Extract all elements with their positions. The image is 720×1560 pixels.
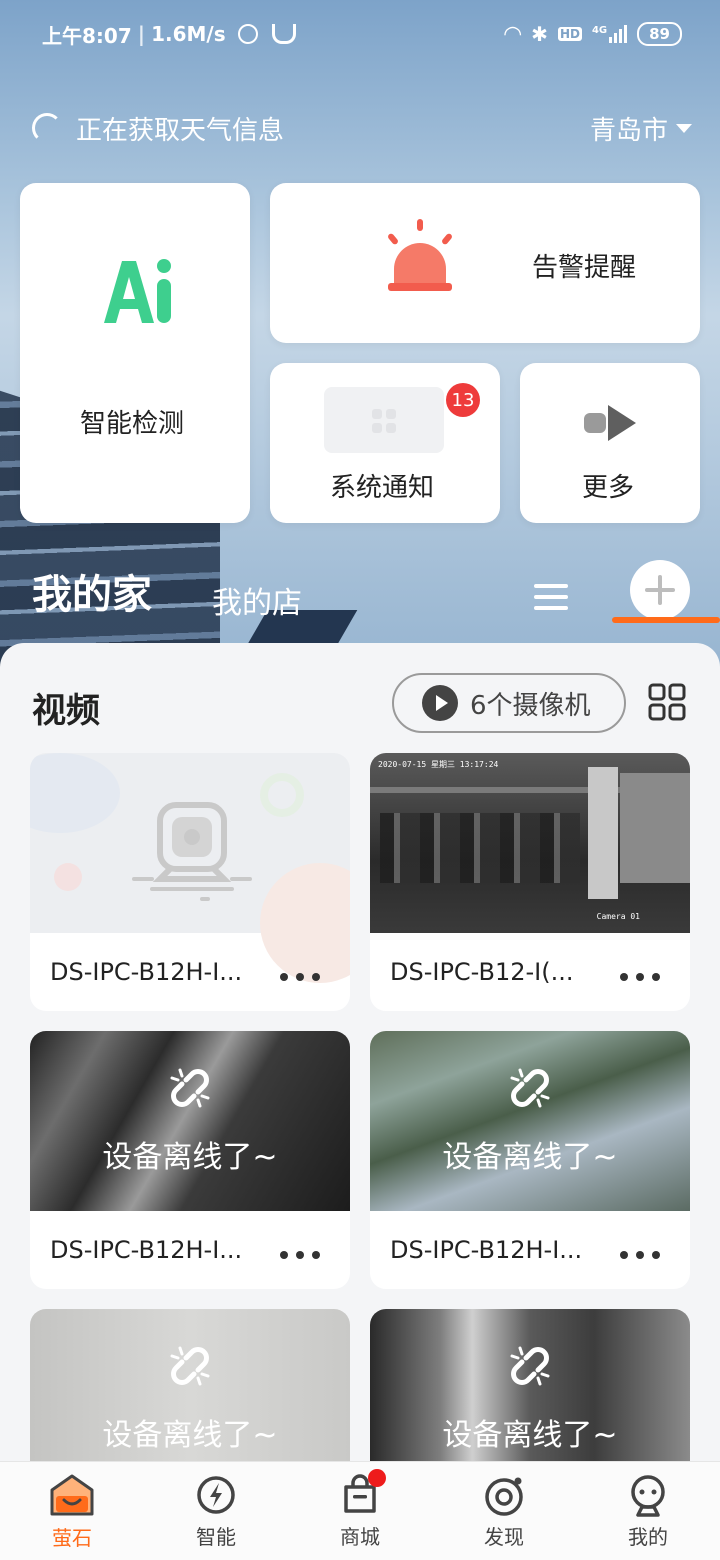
signal-icon: 4G — [592, 25, 628, 43]
lightning-icon — [197, 1475, 235, 1514]
device-sheet: 视频 6个摄像机 DS-IPC-B12H-I... 2020-07-15 星期三… — [0, 643, 720, 1560]
nav-item-shop[interactable]: 商城 — [310, 1468, 410, 1550]
camera-timestamp: 2020-07-15 星期三 13:17:24 — [378, 760, 499, 769]
add-device-button[interactable] — [630, 560, 690, 620]
device-name: DS-IPC-B12H-I... — [50, 1236, 243, 1264]
bottom-nav: 萤石 智能 商城 发现 我的 — [0, 1461, 720, 1560]
nav-label: 萤石 — [52, 1525, 92, 1550]
weather-bar: 正在获取天气信息 青岛市 — [32, 106, 692, 150]
more-options-icon[interactable] — [280, 973, 320, 981]
offline-overlay: 设备离线了~ — [30, 1031, 350, 1211]
status-bar: 上午8:07 | 1.6M/s ◠ ✱ HD 4G 89 — [0, 0, 720, 68]
offline-overlay: 设备离线了~ — [370, 1031, 690, 1211]
device-name: DS-IPC-B12H-I... — [390, 1236, 583, 1264]
more-label: 更多 — [582, 473, 635, 503]
status-speed: 1.6M/s — [151, 22, 226, 46]
hd-icon: HD — [557, 27, 582, 41]
camera-placeholder-icon — [132, 802, 252, 901]
caret-down-icon — [676, 123, 692, 133]
device-name: DS-IPC-B12-I(... — [390, 958, 574, 986]
more-arrow-icon — [584, 405, 636, 441]
discover-icon — [485, 1477, 523, 1516]
home-icon — [50, 1474, 94, 1515]
wifi-icon: ◠ — [504, 21, 522, 47]
system-notice-label: 系统通知 — [330, 473, 435, 503]
status-time: 上午8:07 — [42, 23, 132, 48]
alarm-label: 告警提醒 — [532, 253, 637, 283]
grid-view-icon[interactable] — [648, 683, 686, 721]
weather-status-text: 正在获取天气信息 — [76, 115, 285, 146]
system-notice-card[interactable]: 13 系统通知 — [270, 363, 500, 523]
device-name: DS-IPC-B12H-I... — [50, 958, 243, 986]
notice-thumbnail — [324, 387, 444, 453]
offline-status-text: 设备离线了~ — [442, 1140, 618, 1175]
nav-label: 发现 — [484, 1524, 524, 1549]
camera-label-overlay: Camera 01 — [596, 912, 640, 921]
play-icon — [422, 685, 458, 721]
app-icon — [271, 24, 296, 44]
device-tile[interactable]: 2020-07-15 星期三 13:17:24 Camera 01 DS-IPC… — [370, 753, 690, 1011]
device-thumbnail: 2020-07-15 星期三 13:17:24 Camera 01 — [370, 753, 690, 933]
city-name: 青岛市 — [589, 115, 668, 146]
device-tile[interactable]: 设备离线了~ DS-IPC-B12H-I... — [30, 1031, 350, 1289]
nav-label: 商城 — [340, 1524, 380, 1549]
broken-link-icon — [170, 1068, 210, 1108]
tab-my-store[interactable]: 我的店 — [212, 578, 302, 622]
section-title: 视频 — [32, 691, 100, 731]
battery-indicator: 89 — [637, 22, 682, 46]
more-options-icon[interactable] — [620, 1251, 660, 1259]
menu-icon[interactable] — [534, 584, 568, 610]
broken-link-icon — [170, 1346, 210, 1386]
alarm-light-icon — [388, 219, 452, 291]
city-selector[interactable]: 青岛市 — [590, 110, 692, 147]
ai-detection-label: 智能检测 — [80, 409, 185, 439]
device-tile[interactable]: 设备离线了~ DS-IPC-B12H-I... — [370, 1031, 690, 1289]
device-tile[interactable]: DS-IPC-B12H-I... — [30, 753, 350, 1011]
plus-icon — [645, 575, 675, 605]
offline-status-text: 设备离线了~ — [102, 1140, 278, 1175]
nav-item-smart[interactable]: 智能 — [166, 1473, 266, 1550]
offline-status-text: 设备离线了~ — [442, 1418, 618, 1453]
broken-link-icon — [510, 1068, 550, 1108]
more-card[interactable]: 更多 — [520, 363, 700, 523]
nav-label: 我的 — [628, 1524, 668, 1549]
loading-spinner-icon — [32, 113, 62, 143]
profile-icon — [631, 1474, 665, 1517]
more-options-icon[interactable] — [620, 973, 660, 981]
bluetooth-icon: ✱ — [531, 22, 548, 46]
device-thumbnail — [30, 753, 350, 983]
grid-dots-icon — [372, 409, 396, 433]
broken-link-icon — [510, 1346, 550, 1386]
active-indicator-line — [612, 617, 720, 623]
alarm-clock-icon — [237, 24, 258, 44]
camera-count-button[interactable]: 6个摄像机 — [392, 673, 626, 733]
nav-item-home[interactable]: 萤石 — [22, 1472, 122, 1551]
camera-count-label: 6个摄像机 — [470, 690, 591, 721]
notification-badge: 13 — [446, 383, 480, 417]
ai-detection-card[interactable]: 智能检测 — [20, 183, 250, 523]
notification-dot — [368, 1468, 386, 1487]
offline-status-text: 设备离线了~ — [102, 1418, 278, 1453]
nav-item-profile[interactable]: 我的 — [598, 1473, 698, 1550]
nav-label: 智能 — [196, 1524, 236, 1549]
alarm-card[interactable]: 告警提醒 — [270, 183, 700, 343]
tab-my-home[interactable]: 我的家 — [32, 562, 152, 620]
nav-item-discover[interactable]: 发现 — [454, 1473, 554, 1550]
more-options-icon[interactable] — [280, 1251, 320, 1259]
ai-icon — [104, 259, 171, 323]
